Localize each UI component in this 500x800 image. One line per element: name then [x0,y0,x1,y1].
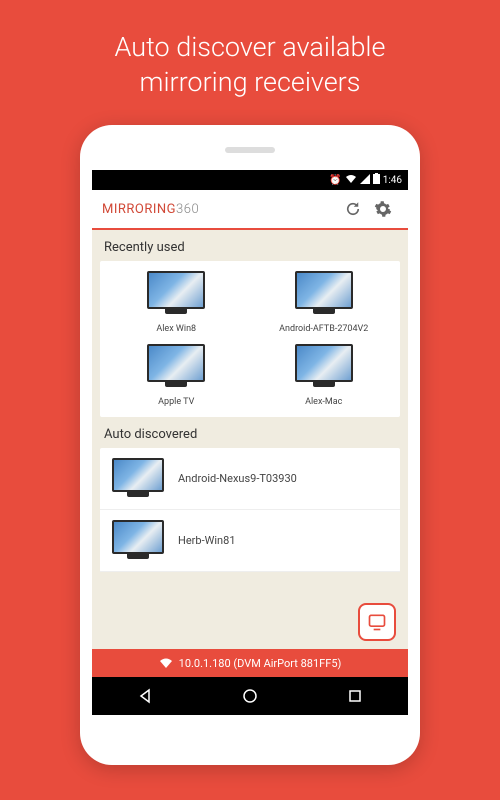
back-button[interactable] [125,684,165,708]
status-time: 1:46 [383,175,402,186]
phone-speaker [225,147,275,153]
home-button[interactable] [230,684,270,708]
wifi-icon [345,174,357,187]
phone-frame: ⏰ 1:46 MIRRORING360 Recently [80,125,420,765]
receiver-label: Apple TV [158,397,194,407]
monitor-icon [295,271,353,309]
receiver-grid-item[interactable]: Android-AFTB-2704V2 [253,271,396,334]
receiver-grid-item[interactable]: Apple TV [105,344,248,407]
back-icon [137,688,153,704]
monitor-icon [147,271,205,309]
receiver-list-item[interactable]: Herb-Win81 [100,510,400,572]
recent-grid: Alex Win8 Android-AFTB-2704V2 Apple TV A… [100,261,400,417]
settings-button[interactable] [368,194,398,224]
app-title: MIRRORING360 [102,202,338,217]
promo-headline: Auto discover available mirroring receiv… [115,30,386,100]
phone-screen: ⏰ 1:46 MIRRORING360 Recently [92,170,408,715]
monitor-icon [112,520,164,554]
android-nav-bar [92,677,408,715]
wifi-icon [159,657,173,669]
recents-button[interactable] [335,684,375,708]
app-bar: MIRRORING360 [92,190,408,230]
monitor-icon [147,344,205,382]
signal-icon [360,174,370,187]
network-text: 10.0.1.180 (DVM AirPort 881FF5) [179,657,342,670]
receiver-label: Alex Win8 [156,324,196,334]
discovered-header: Auto discovered [92,417,408,448]
cast-icon [367,612,387,632]
monitor-icon [295,344,353,382]
alarm-icon: ⏰ [329,175,341,186]
cast-fab-button[interactable] [358,603,396,641]
gear-icon [374,200,392,218]
refresh-icon [344,200,362,218]
receiver-grid-item[interactable]: Alex-Mac [253,344,396,407]
receiver-label: Android-Nexus9-T03930 [178,472,388,485]
content-area: Recently used Alex Win8 Android-AFTB-270… [92,230,408,649]
receiver-list-item[interactable]: Android-Nexus9-T03930 [100,448,400,510]
network-bar[interactable]: 10.0.1.180 (DVM AirPort 881FF5) [92,649,408,677]
refresh-button[interactable] [338,194,368,224]
square-icon [347,688,363,704]
battery-icon [373,173,380,187]
monitor-icon [112,458,164,492]
android-status-bar: ⏰ 1:46 [92,170,408,190]
receiver-grid-item[interactable]: Alex Win8 [105,271,248,334]
home-icon [242,688,258,704]
receiver-label: Android-AFTB-2704V2 [279,324,368,334]
recent-header: Recently used [92,230,408,261]
discovered-list: Android-Nexus9-T03930 Herb-Win81 [100,448,400,572]
receiver-label: Alex-Mac [305,397,342,407]
receiver-label: Herb-Win81 [178,534,388,547]
